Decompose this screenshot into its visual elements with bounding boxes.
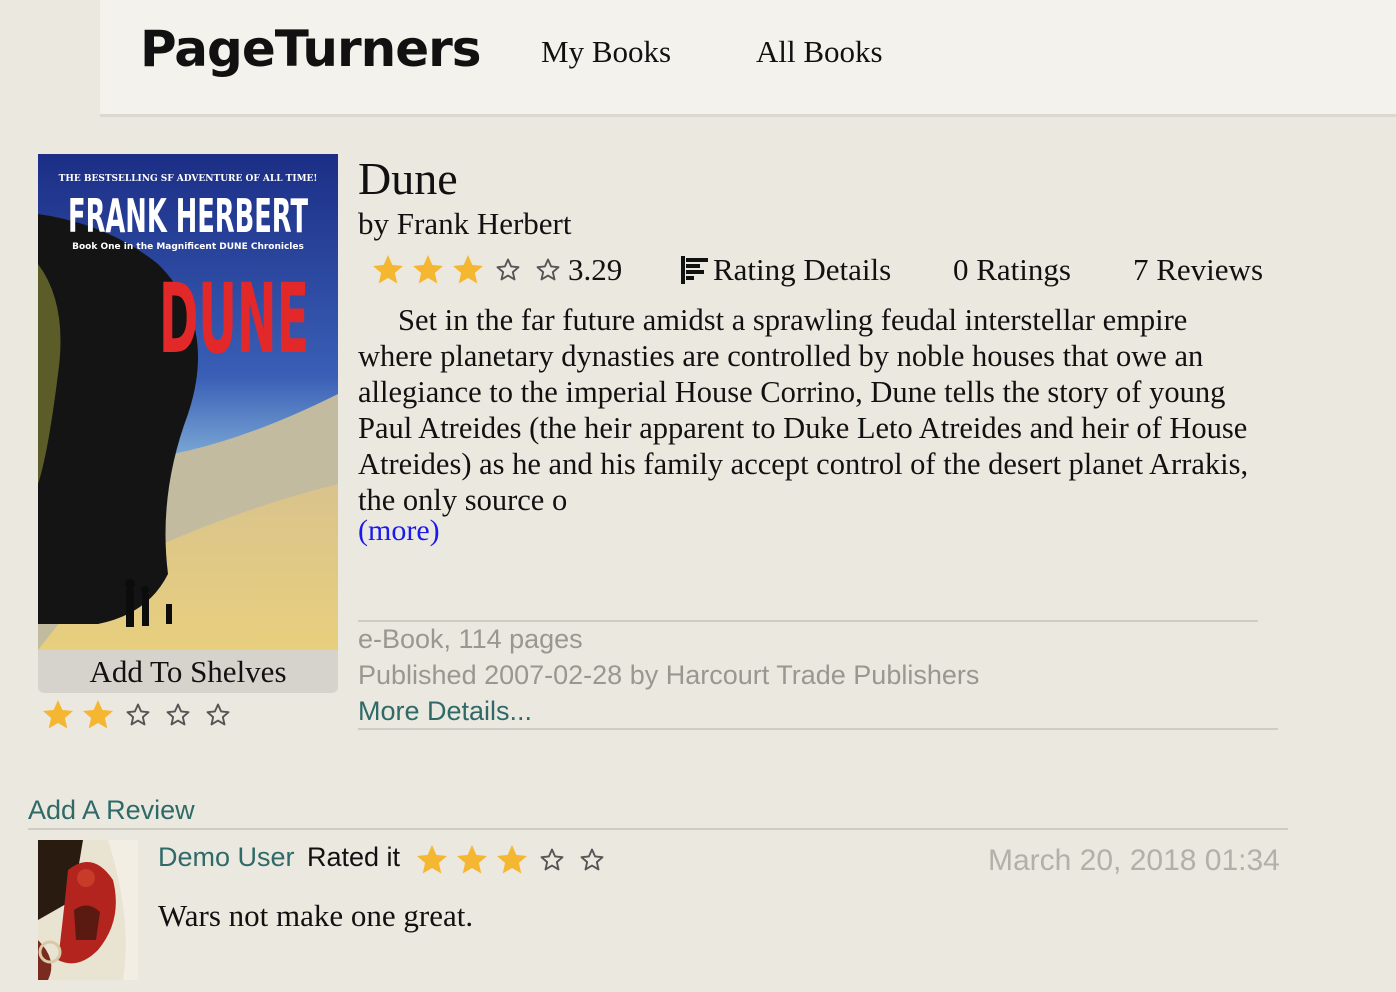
reviews-divider <box>28 828 1288 830</box>
rating-details-link[interactable]: Rating Details <box>681 252 891 288</box>
book-format: e-Book, 114 pages <box>358 624 583 654</box>
star-filled-icon[interactable] <box>78 697 118 733</box>
star-empty-icon <box>532 842 572 878</box>
book-cover-art: THE BESTSELLING SF ADVENTURE OF ALL TIME… <box>38 154 338 650</box>
details-divider-top <box>358 620 1258 622</box>
ratings-count[interactable]: 0 Ratings <box>953 252 1071 288</box>
star-filled-icon[interactable] <box>38 697 78 733</box>
review-body: Wars not make one great. <box>158 898 474 933</box>
star-filled-icon <box>412 842 452 878</box>
nav-all-books[interactable]: All Books <box>756 34 883 70</box>
review-rating-stars <box>412 842 612 878</box>
star-filled-icon <box>368 252 408 288</box>
book-cover: THE BESTSELLING SF ADVENTURE OF ALL TIME… <box>38 154 338 650</box>
star-empty-icon[interactable] <box>118 697 158 733</box>
top-nav-bar: PageTurners My Books All Books <box>100 0 1396 117</box>
add-to-shelves-button[interactable]: Add To Shelves <box>38 650 338 693</box>
average-rating-value: 3.29 <box>568 252 623 287</box>
rated-it-label: Rated it <box>307 842 401 872</box>
star-filled-icon <box>492 842 532 878</box>
reviews-count[interactable]: 7 Reviews <box>1133 252 1263 288</box>
star-empty-icon <box>528 252 568 288</box>
nav-my-books[interactable]: My Books <box>541 34 671 70</box>
star-empty-icon[interactable] <box>198 697 238 733</box>
star-filled-icon <box>452 842 492 878</box>
cover-title: DUNE <box>159 263 309 375</box>
cover-tagline: THE BESTSELLING SF ADVENTURE OF ALL TIME… <box>59 174 318 184</box>
bar-chart-icon <box>681 256 708 284</box>
user-rating-stars[interactable] <box>38 697 238 733</box>
site-logo[interactable]: PageTurners <box>140 20 482 78</box>
star-empty-icon <box>488 252 528 288</box>
book-author[interactable]: by Frank Herbert <box>358 206 572 242</box>
details-divider-bottom <box>358 728 1278 730</box>
book-published: Published 2007-02-28 by Harcourt Trade P… <box>358 660 980 690</box>
more-details-link[interactable]: More Details... <box>358 696 532 727</box>
book-description: Set in the far future amidst a sprawling… <box>358 303 1249 517</box>
book-title: Dune <box>358 153 458 204</box>
average-rating-stars <box>368 252 568 288</box>
rating-details-label: Rating Details <box>713 252 892 287</box>
add-review-link[interactable]: Add A Review <box>28 795 195 826</box>
cover-author: FRANK HERBERT <box>68 189 308 243</box>
reviewer-avatar-image <box>38 840 138 980</box>
star-filled-icon <box>448 252 488 288</box>
review-date: March 20, 2018 01:34 <box>988 844 1280 877</box>
cover-subtitle: Book One in the Magnificent DUNE Chronic… <box>72 242 304 252</box>
star-empty-icon <box>572 842 612 878</box>
star-empty-icon[interactable] <box>158 697 198 733</box>
reviewer-name[interactable]: Demo User <box>158 842 295 873</box>
reviewer-avatar[interactable] <box>38 840 138 980</box>
star-filled-icon <box>408 252 448 288</box>
more-link[interactable]: (more) <box>358 514 440 548</box>
